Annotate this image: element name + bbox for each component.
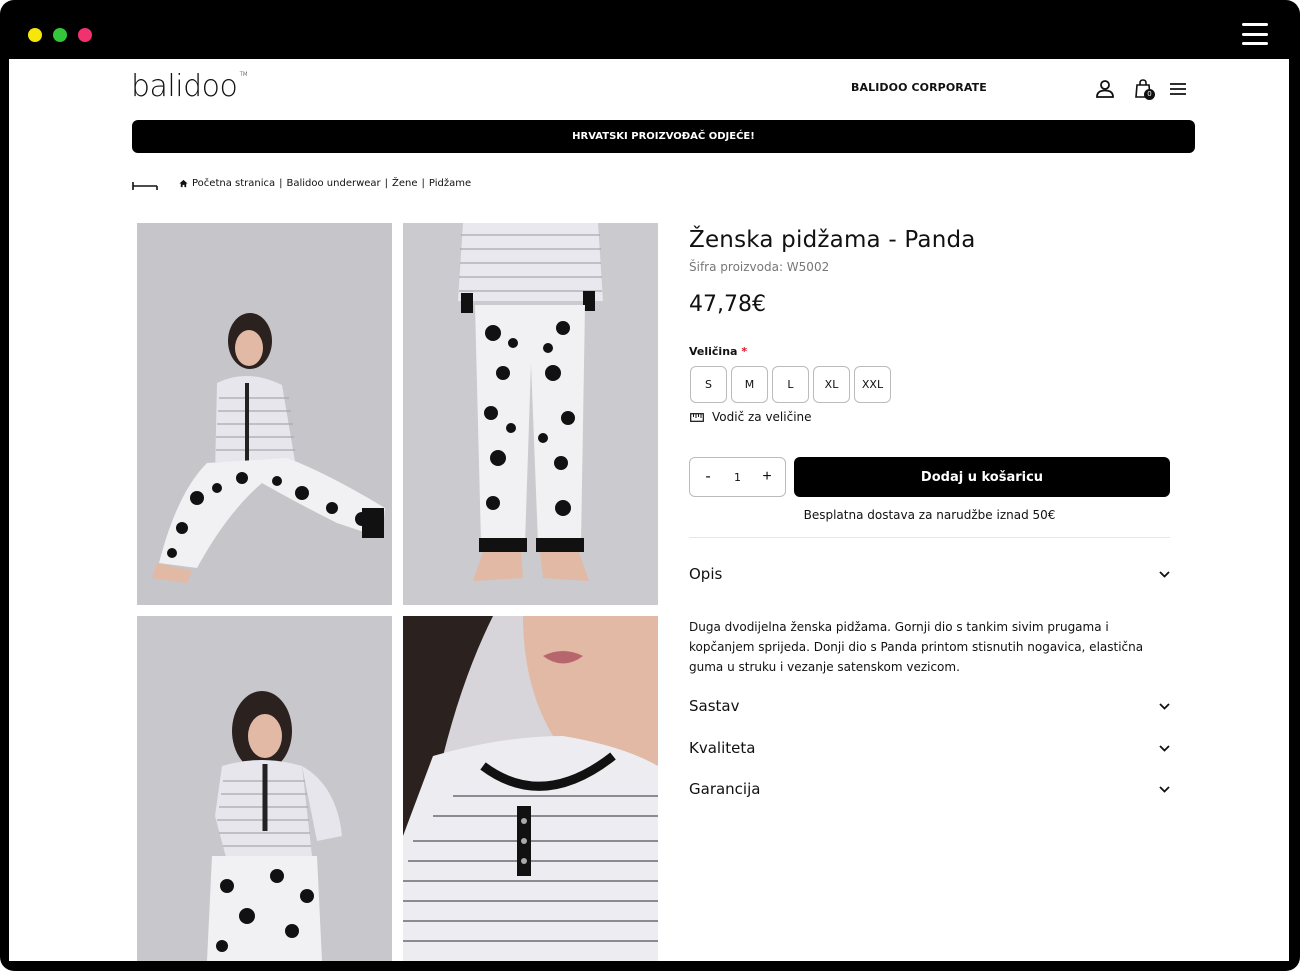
page-viewport: balidoo TM BALIDOO CORPORATE 0 HRVATSKI P…: [9, 59, 1289, 961]
size-option-m[interactable]: M: [731, 366, 768, 403]
accordion-quality[interactable]: Kvaliteta: [689, 739, 1170, 757]
size-guide-link[interactable]: Vodič za veličine: [690, 410, 812, 424]
breadcrumb-separator: |: [384, 178, 389, 189]
accordion-warranty-title: Garancija: [689, 780, 761, 798]
logo-trademark: TM: [239, 71, 248, 78]
minimize-dot[interactable]: [28, 28, 42, 42]
quantity-input[interactable]: [724, 470, 751, 484]
size-option-xl[interactable]: XL: [813, 366, 850, 403]
window-controls: [28, 28, 92, 42]
breadcrumb-separator: |: [421, 178, 425, 189]
accordion-quality-title: Kvaliteta: [689, 739, 756, 757]
accordion-description-title: Opis: [689, 565, 723, 583]
section-divider: [689, 537, 1170, 538]
chevron-down-icon: [1159, 570, 1170, 578]
home-icon: [179, 179, 188, 188]
hamburger-menu-icon[interactable]: [1167, 78, 1189, 100]
shopping-bag-icon[interactable]: 0: [1133, 78, 1155, 100]
required-mark: *: [741, 345, 748, 358]
breadcrumb-separator: |: [279, 178, 283, 189]
free-shipping-note: Besplatna dostava za narudžbe iznad 50€: [803, 508, 1056, 522]
maximize-dot[interactable]: [53, 28, 67, 42]
product-description: Duga dvodijelna ženska pidžama. Gornji d…: [689, 620, 1144, 674]
size-option-xxl[interactable]: XXL: [854, 366, 891, 403]
product-title: Ženska pidžama - Panda: [689, 227, 976, 253]
product-image-sitting[interactable]: [137, 223, 392, 605]
size-label: Veličina *: [689, 345, 747, 358]
breadcrumb-home[interactable]: Početna stranica: [192, 178, 275, 189]
cart-count-badge: 0: [1144, 89, 1155, 100]
accordion-warranty[interactable]: Garancija: [689, 780, 1170, 798]
size-option-l[interactable]: L: [772, 366, 809, 403]
product-image-standing-top[interactable]: [137, 616, 392, 961]
chevron-down-icon: [1159, 744, 1170, 752]
size-selector: S M L XL XXL: [690, 366, 891, 403]
promo-banner: HRVATSKI PROIZVOĐAČ ODJEĆE!: [132, 120, 1195, 153]
breadcrumb-women[interactable]: Žene: [392, 178, 418, 189]
close-dot[interactable]: [78, 28, 92, 42]
accordion-description[interactable]: Opis: [689, 565, 1170, 583]
product-image-standing-pants[interactable]: [403, 223, 658, 605]
quantity-stepper: - +: [689, 457, 786, 497]
logo-text: balidoo: [131, 69, 238, 104]
chevron-down-icon: [1159, 785, 1170, 793]
breadcrumb: Početna stranica | Balidoo underwear | Ž…: [179, 178, 471, 189]
chevron-down-icon: [1159, 702, 1170, 710]
browser-menu-icon[interactable]: [1242, 23, 1268, 45]
brand-logo[interactable]: balidoo TM: [131, 69, 248, 104]
product-sku: Šifra proizvoda: W5002: [689, 260, 830, 274]
corporate-link[interactable]: BALIDOO CORPORATE: [851, 81, 987, 94]
size-option-s[interactable]: S: [690, 366, 727, 403]
quantity-increase-button[interactable]: +: [757, 467, 777, 487]
size-label-text: Veličina: [689, 345, 738, 358]
accordion-composition-title: Sastav: [689, 697, 740, 715]
product-price: 47,78€: [689, 292, 766, 317]
add-to-cart-button[interactable]: Dodaj u košaricu: [794, 457, 1170, 497]
user-icon[interactable]: [1094, 78, 1116, 100]
breadcrumb-pajamas[interactable]: Pidžame: [429, 178, 471, 189]
ruler-icon: [690, 412, 704, 422]
quantity-decrease-button[interactable]: -: [698, 467, 718, 487]
accordion-composition[interactable]: Sastav: [689, 697, 1170, 715]
browser-frame: balidoo TM BALIDOO CORPORATE 0 HRVATSKI P…: [0, 0, 1300, 971]
breadcrumb-underwear[interactable]: Balidoo underwear: [287, 178, 381, 189]
product-image-detail[interactable]: [403, 616, 658, 961]
back-arrow-icon[interactable]: [132, 178, 158, 192]
size-guide-label: Vodič za veličine: [712, 410, 812, 424]
